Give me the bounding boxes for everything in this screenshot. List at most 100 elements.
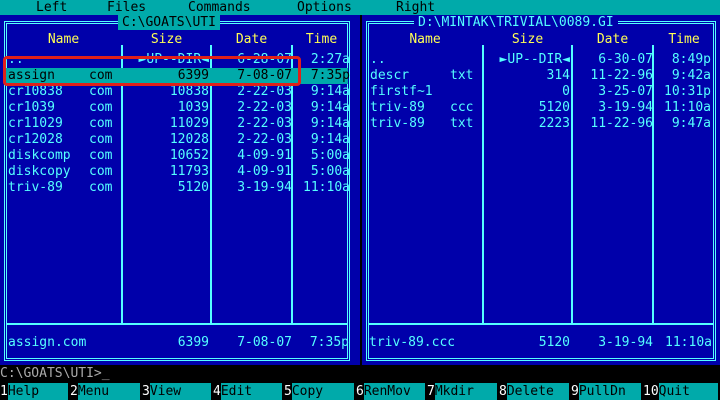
file-time: 10:31p — [664, 84, 711, 99]
file-name: .. — [370, 52, 386, 67]
function-key-label: Quit — [658, 383, 718, 400]
file-row[interactable]: diskcopy com 11793 4-09-91 5:00a — [6, 164, 350, 180]
function-key-pulldn[interactable]: 9PullDn — [571, 383, 641, 400]
file-time: 11:10a — [303, 180, 350, 195]
file-size: 314 — [546, 68, 570, 83]
file-ext: ccc — [450, 100, 474, 115]
file-name: diskcopy — [8, 164, 71, 179]
function-key-view[interactable]: 3View — [142, 383, 211, 400]
function-key-label: RenMov — [363, 383, 425, 400]
file-row[interactable]: diskcomp com 10652 4-09-91 5:00a — [6, 148, 350, 164]
file-size: 11029 — [169, 116, 209, 131]
file-row[interactable]: firstf~1 0 3-25-07 10:31p — [368, 84, 711, 100]
file-row[interactable]: triv-89 ccc 5120 3-19-94 11:10a — [368, 100, 711, 116]
left-panel-path: C:\GOATS\UTI — [118, 15, 220, 30]
file-name: cr12028 — [8, 132, 63, 147]
status-file-size: 6399 — [177, 335, 209, 350]
file-ext: com — [89, 116, 113, 131]
file-row[interactable]: triv-89 txt 2223 11-22-96 9:47a — [368, 116, 711, 132]
file-row[interactable]: cr12028 com 12028 2-22-03 9:14a — [6, 132, 350, 148]
file-ext: txt — [450, 116, 474, 131]
selection-annotation-box — [3, 56, 301, 86]
column-header-name[interactable]: Name — [368, 32, 482, 48]
function-key-number: 2 — [70, 384, 78, 399]
function-key-number: 9 — [571, 384, 579, 399]
file-date: 2-22-03 — [237, 100, 292, 115]
menu-commands[interactable]: Commands — [188, 0, 251, 15]
file-size: 5120 — [177, 180, 209, 195]
file-size: 12028 — [169, 132, 209, 147]
function-key-renmov[interactable]: 6RenMov — [356, 383, 425, 400]
file-row[interactable]: cr10838 com 10838 2-22-03 9:14a — [6, 84, 350, 100]
function-key-bar: 1Help 2Menu 3View 4Edit 5Copy 6RenMov 7Mkdir 8D… — [0, 383, 720, 400]
column-header-size[interactable]: Size — [123, 32, 210, 48]
right-panel[interactable]: D:\MINTAK\TRIVIAL\0089.GI Name Size Date… — [362, 15, 720, 365]
file-date: 2-22-03 — [237, 84, 292, 99]
status-file-name: assign.com — [8, 335, 87, 350]
file-row[interactable]: .. ►UP--DIR◄ 6-30-07 8:49p — [368, 52, 711, 68]
file-name: triv-89 — [370, 100, 425, 115]
function-key-copy[interactable]: 5Copy — [284, 383, 354, 400]
menu-left[interactable]: Left — [36, 0, 67, 15]
file-ext: com — [89, 180, 113, 195]
file-date: 3-25-07 — [598, 84, 653, 99]
file-time: 9:14a — [310, 84, 350, 99]
file-size: 1039 — [177, 100, 209, 115]
file-row[interactable]: triv-89 com 5120 3-19-94 11:10a — [6, 180, 350, 196]
function-key-mkdir[interactable]: 7Mkdir — [427, 383, 497, 400]
file-size: ►UP--DIR◄ — [499, 52, 570, 67]
status-separator — [6, 323, 348, 325]
function-key-quit[interactable]: 10Quit — [643, 383, 718, 400]
column-header-time[interactable]: Time — [654, 32, 714, 48]
file-time: 11:10a — [664, 100, 711, 115]
file-time: 8:49p — [671, 52, 711, 67]
file-ext: com — [89, 164, 113, 179]
column-header-date[interactable]: Date — [212, 32, 291, 48]
file-date: 3-19-94 — [237, 180, 292, 195]
file-date: 3-19-94 — [598, 100, 653, 115]
file-size: 2223 — [538, 116, 570, 131]
function-key-help[interactable]: 1Help — [0, 383, 68, 400]
right-panel-path: D:\MINTAK\TRIVIAL\0089.GI — [414, 15, 618, 30]
status-file-date: 7-08-07 — [237, 335, 292, 350]
status-file-time: 7:35p — [309, 335, 349, 350]
function-key-number: 8 — [499, 384, 507, 399]
function-key-number: 1 — [0, 384, 8, 399]
file-ext: com — [89, 84, 113, 99]
column-header-time[interactable]: Time — [293, 32, 350, 48]
function-key-label: Help — [7, 383, 68, 400]
file-size: 0 — [562, 84, 570, 99]
file-date: 2-22-03 — [237, 116, 292, 131]
column-header-size[interactable]: Size — [484, 32, 571, 48]
status-separator — [368, 323, 714, 325]
file-name: cr1039 — [8, 100, 55, 115]
column-header-name[interactable]: Name — [6, 32, 121, 48]
menu-options[interactable]: Options — [297, 0, 352, 15]
function-key-label: Menu — [77, 383, 140, 400]
file-row[interactable]: cr1039 com 1039 2-22-03 9:14a — [6, 100, 350, 116]
status-file-size: 5120 — [538, 335, 570, 350]
function-key-edit[interactable]: 4Edit — [213, 383, 282, 400]
file-row[interactable]: descr txt 314 11-22-96 9:42a — [368, 68, 711, 84]
function-key-number: 5 — [284, 384, 292, 399]
status-line: assign.com 6399 7-08-07 7:35p — [6, 335, 349, 351]
column-header-date[interactable]: Date — [573, 32, 652, 48]
menu-files[interactable]: Files — [107, 0, 146, 15]
function-key-menu[interactable]: 2Menu — [70, 383, 140, 400]
file-time: 9:14a — [310, 132, 350, 147]
file-time: 9:14a — [310, 116, 350, 131]
file-row[interactable]: cr11029 com 11029 2-22-03 9:14a — [6, 116, 350, 132]
file-date: 4-09-91 — [237, 148, 292, 163]
function-key-label: Copy — [291, 383, 354, 400]
menu-right[interactable]: Right — [396, 0, 435, 15]
file-ext: com — [89, 148, 113, 163]
status-file-time: 11:10a — [665, 335, 712, 350]
file-date: 11-22-96 — [590, 116, 653, 131]
file-date: 4-09-91 — [237, 164, 292, 179]
file-time: 5:00a — [310, 148, 350, 163]
command-line[interactable]: C:\GOATS\UTI>_ — [0, 366, 720, 382]
file-time: 9:47a — [671, 116, 711, 131]
file-time: 9:14a — [310, 100, 350, 115]
file-size: 5120 — [538, 100, 570, 115]
function-key-delete[interactable]: 8Delete — [499, 383, 569, 400]
